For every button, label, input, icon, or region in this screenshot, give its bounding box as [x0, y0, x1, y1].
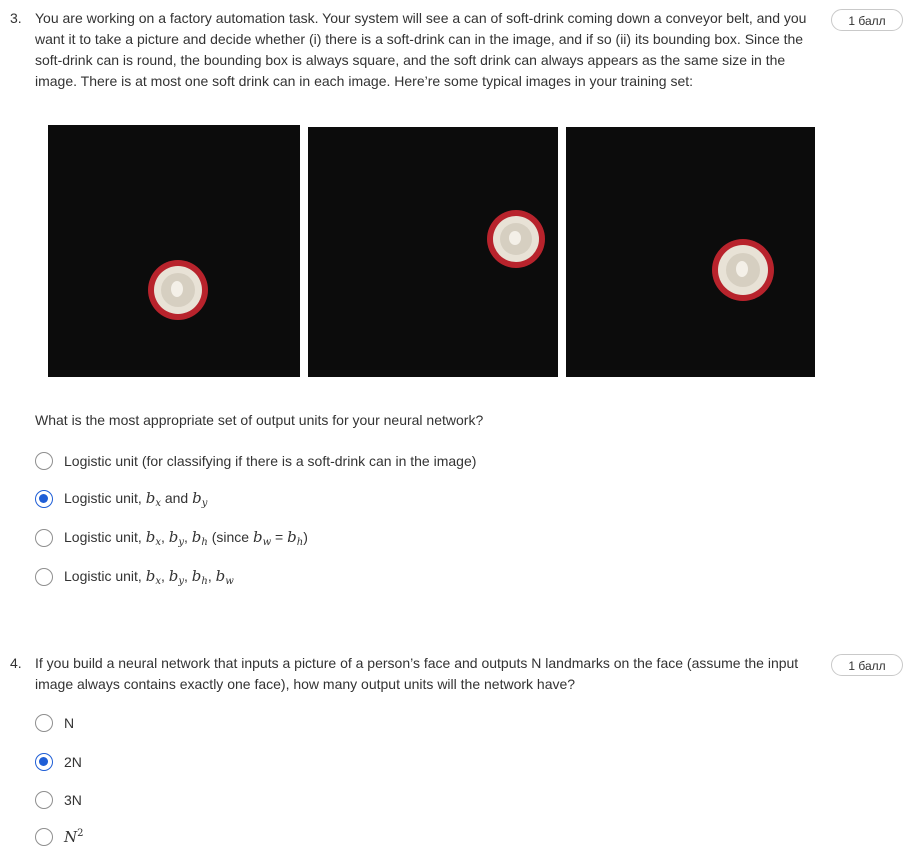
- training-image-2: [308, 127, 558, 377]
- q4-option-3-radio[interactable]: [35, 791, 53, 809]
- q4-option-2-radio[interactable]: [35, 753, 53, 771]
- question-3-prompt: What is the most appropriate set of outp…: [35, 412, 484, 428]
- training-image-1: [48, 125, 300, 377]
- q3-option-1[interactable]: Logistic unit (for classifying if there …: [35, 449, 476, 473]
- q4-option-4-radio[interactable]: [35, 828, 53, 846]
- q3-option-4[interactable]: Logistic unit, bx, by, bh, bw: [35, 565, 234, 589]
- q4-option-4[interactable]: N2: [35, 825, 84, 849]
- q4-option-2[interactable]: 2N: [35, 750, 82, 774]
- q3-option-3-label: Logistic unit, bx, by, bh (since bw = bh…: [64, 528, 308, 548]
- q4-option-1-radio[interactable]: [35, 714, 53, 732]
- q3-option-2-radio[interactable]: [35, 490, 53, 508]
- question-4-number: 4.: [10, 655, 22, 671]
- q3-option-3-radio[interactable]: [35, 529, 53, 547]
- question-3-number: 3.: [10, 10, 22, 26]
- question-4-text: If you build a neural network that input…: [35, 655, 799, 692]
- question-4-points-badge: 1 балл: [831, 654, 903, 676]
- can-image-1: [48, 125, 300, 377]
- can-image-2: [308, 127, 558, 377]
- q3-option-2[interactable]: Logistic unit, bx and by: [35, 487, 207, 511]
- q3-option-4-radio[interactable]: [35, 568, 53, 586]
- q4-option-2-label: 2N: [64, 754, 82, 770]
- q4-option-4-label: N2: [64, 828, 84, 846]
- q4-option-1-label: N: [64, 715, 75, 731]
- q3-option-3[interactable]: Logistic unit, bx, by, bh (since bw = bh…: [35, 526, 308, 550]
- can-image-3: [566, 127, 815, 377]
- q3-option-1-label: Logistic unit (for classifying if there …: [64, 453, 477, 469]
- q3-option-2-label: Logistic unit, bx and by: [64, 489, 208, 509]
- q3-option-1-radio[interactable]: [35, 452, 53, 470]
- training-image-3: [566, 127, 815, 377]
- q4-option-3-label: 3N: [64, 792, 82, 808]
- question-3-points-badge: 1 балл: [831, 9, 903, 31]
- q3-option-4-label: Logistic unit, bx, by, bh, bw: [64, 567, 234, 587]
- q4-option-3[interactable]: 3N: [35, 788, 82, 812]
- question-3-text: You are working on a factory automation …: [35, 10, 807, 89]
- q4-option-1[interactable]: N: [35, 711, 74, 735]
